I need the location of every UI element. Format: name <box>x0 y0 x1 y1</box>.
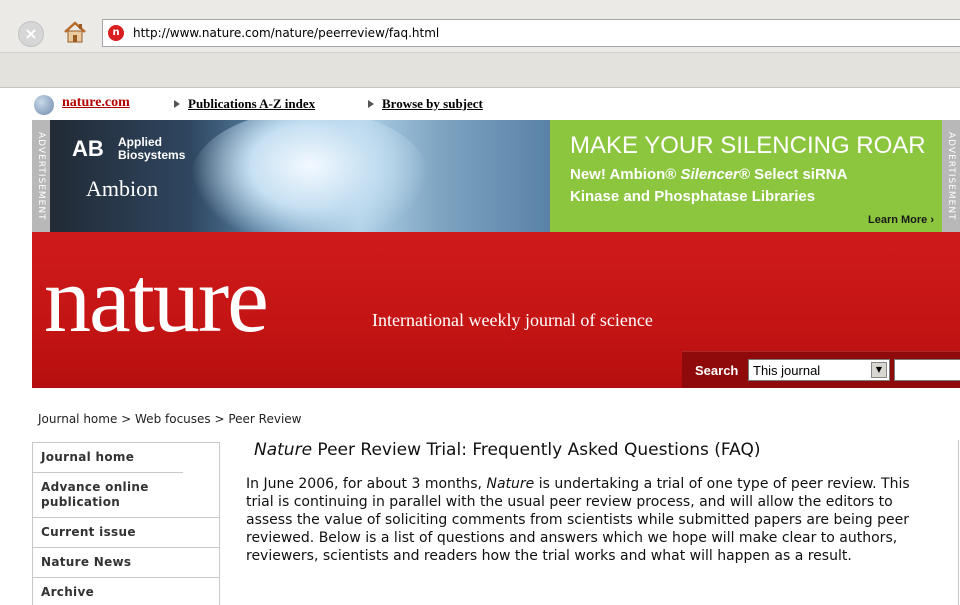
search-input[interactable] <box>894 359 960 381</box>
stop-button[interactable]: × <box>18 21 44 47</box>
browse-by-subject-link[interactable]: Browse by subject <box>382 96 483 112</box>
url-text[interactable]: http://www.nature.com/nature/peerreview/… <box>133 26 439 40</box>
search-scope-select[interactable]: This journal ▼ <box>748 359 890 381</box>
ad-headline: MAKE YOUR SILENCING ROAR <box>570 132 926 159</box>
intro-paragraph: In June 2006, for about 3 months, Nature… <box>246 476 910 564</box>
breadcrumb[interactable]: Journal home > Web focuses > Peer Review <box>38 412 301 426</box>
publications-index-link[interactable]: Publications A-Z index <box>188 96 315 112</box>
ad-label: ADVERTISEMENT <box>32 120 50 232</box>
chevron-down-icon[interactable]: ▼ <box>871 362 887 378</box>
bookmarks-toolbar <box>0 52 960 88</box>
browser-toolbar: × n http://www.nature.com/nature/peerrev… <box>0 0 960 88</box>
page-title: Nature Peer Review Trial: Frequently Ask… <box>254 440 761 460</box>
sidebar-item-advance-online-publication[interactable]: Advance online publication <box>33 472 183 517</box>
ad-message-panel[interactable]: MAKE YOUR SILENCING ROAR New! Ambion® Si… <box>550 120 942 232</box>
sidebar-item-archive[interactable]: Archive <box>33 577 219 605</box>
sidebar-nav: Journal home Advance online publication … <box>32 442 220 605</box>
sidebar-item-current-issue[interactable]: Current issue <box>33 517 219 547</box>
advertisement-banner[interactable]: ADVERTISEMENT AB Applied Biosystems Ambi… <box>32 120 960 232</box>
ambion-logo: Ambion <box>86 176 159 201</box>
search-bar: Search This journal ▼ <box>682 351 960 388</box>
ad-image: AB Applied Biosystems Ambion <box>50 120 550 232</box>
content-divider <box>958 440 959 605</box>
ad-wave-image <box>190 120 430 232</box>
sidebar-item-journal-home[interactable]: Journal home <box>33 442 219 472</box>
ad-label: ADVERTISEMENT <box>942 120 960 232</box>
arrow-right-icon <box>368 100 374 108</box>
globe-icon <box>34 95 54 115</box>
address-bar[interactable]: n http://www.nature.com/nature/peerrevie… <box>102 19 960 47</box>
home-icon[interactable] <box>62 19 88 45</box>
nature-com-link[interactable]: nature.com <box>62 95 130 111</box>
main-content: Nature Peer Review Trial: Frequently Ask… <box>246 440 936 565</box>
ad-subtext: New! Ambion® Silencer® Select siRNA Kina… <box>570 166 848 205</box>
search-scope-value: This journal <box>753 363 821 378</box>
tagline: International weekly journal of science <box>372 310 653 330</box>
sidebar-item-nature-news[interactable]: Nature News <box>33 547 219 577</box>
nature-logo[interactable]: nature <box>44 250 269 350</box>
applied-biosystems-name: Applied Biosystems <box>118 135 186 162</box>
learn-more-link[interactable]: Learn More › <box>868 214 934 226</box>
arrow-right-icon <box>174 100 180 108</box>
top-links-bar: nature.com Publications A-Z index Browse… <box>0 88 960 120</box>
masthead: nature International weekly journal of s… <box>32 232 960 388</box>
navigation-row: × n http://www.nature.com/nature/peerrev… <box>0 12 960 52</box>
search-label: Search <box>695 363 739 378</box>
applied-biosystems-logo: AB <box>72 136 104 161</box>
site-favicon-icon: n <box>108 25 124 41</box>
